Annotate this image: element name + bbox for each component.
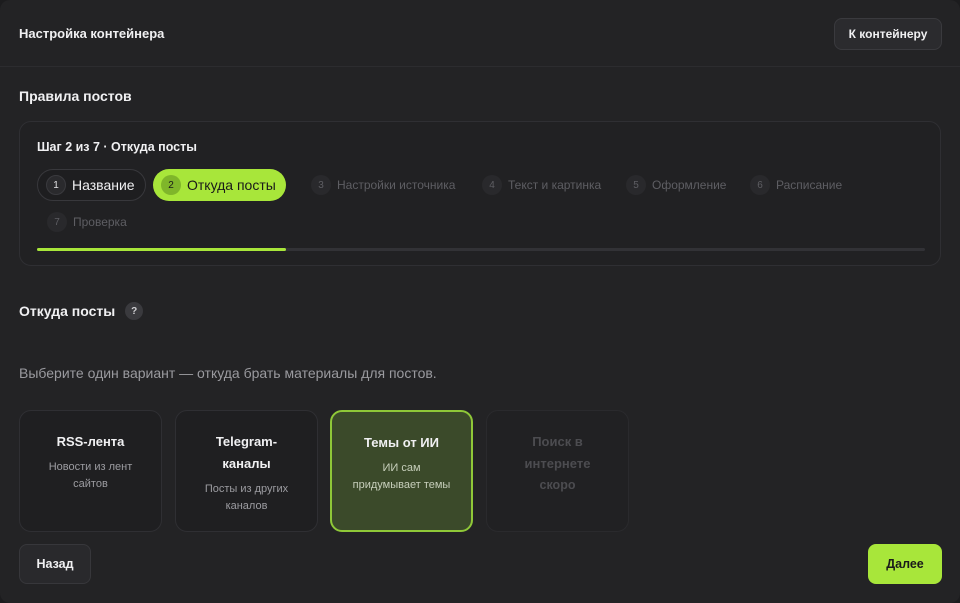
header: Настройка контейнера К контейнеру bbox=[0, 0, 960, 67]
option-title-line: интернете bbox=[524, 456, 591, 471]
container-settings-window: Настройка контейнера К контейнеру Правил… bbox=[0, 0, 960, 603]
step-caption: Шаг 2 из 7 · Откуда посты bbox=[37, 140, 197, 154]
option-description: скоро bbox=[539, 478, 576, 492]
option-desc-line: ИИ сам bbox=[382, 462, 421, 474]
step-label: Название bbox=[72, 177, 135, 193]
step-label: Настройки источника bbox=[337, 178, 456, 192]
step-2-source[interactable]: 2 Откуда посты bbox=[153, 169, 286, 201]
step-number: 3 bbox=[311, 175, 331, 195]
step-7-review[interactable]: 7 Проверка bbox=[43, 206, 131, 238]
step-label: Откуда посты bbox=[187, 177, 276, 193]
step-label: Оформление bbox=[652, 178, 727, 192]
option-desc-line: Посты из других bbox=[204, 483, 289, 495]
step-6-schedule[interactable]: 6 Расписание bbox=[746, 169, 846, 201]
option-desc-line: Новости из лент bbox=[48, 461, 133, 473]
option-desc-line: придумывает темы bbox=[352, 479, 451, 491]
step-number: 2 bbox=[161, 175, 181, 195]
option-desc-line: сайтов bbox=[73, 478, 108, 490]
step-number: 1 bbox=[46, 175, 66, 195]
step-1-name[interactable]: 1 Название bbox=[37, 169, 146, 201]
option-title: Темы от ИИ bbox=[364, 435, 439, 450]
option-description: Новости из лент сайтов bbox=[30, 459, 151, 493]
step-number: 4 bbox=[482, 175, 502, 195]
option-card-rss[interactable]: RSS-лента Новости из лент сайтов bbox=[19, 410, 162, 532]
option-description: ИИ сам придумывает темы bbox=[342, 460, 461, 494]
step-label: Текст и картинка bbox=[508, 178, 602, 192]
source-section-title: Откуда посты ? bbox=[19, 302, 144, 320]
option-description: Посты из других каналов bbox=[186, 481, 307, 515]
step-4-text-image[interactable]: 4 Текст и картинка bbox=[478, 169, 605, 201]
rules-section-title: Правила постов bbox=[19, 88, 132, 104]
page-title: Настройка контейнера bbox=[19, 26, 165, 41]
progress-track bbox=[37, 248, 925, 251]
option-title-line: Telegram- bbox=[215, 434, 278, 449]
step-5-design[interactable]: 5 Оформление bbox=[622, 169, 730, 201]
option-title: RSS-лента bbox=[56, 434, 125, 449]
option-title-line: Поиск в bbox=[532, 434, 583, 449]
help-icon[interactable]: ? bbox=[125, 302, 144, 320]
option-card-web-search: Поиск в интернете скоро bbox=[486, 410, 629, 532]
option-desc-line: каналов bbox=[225, 500, 268, 512]
option-title: Поиск в интернете bbox=[497, 431, 618, 475]
step-label: Проверка bbox=[73, 215, 127, 229]
step-number: 7 bbox=[47, 212, 67, 232]
source-title-text: Откуда посты bbox=[19, 303, 116, 319]
step-3-source-settings[interactable]: 3 Настройки источника bbox=[307, 169, 459, 201]
option-card-ai-topics[interactable]: Темы от ИИ ИИ сам придумывает темы bbox=[330, 410, 473, 532]
progress-fill bbox=[37, 248, 286, 251]
step-number: 6 bbox=[750, 175, 770, 195]
back-button[interactable]: Назад bbox=[19, 544, 91, 584]
source-hint: Выберите один вариант — откуда брать мат… bbox=[19, 365, 437, 381]
to-container-button[interactable]: К контейнеру bbox=[834, 18, 942, 50]
step-label: Расписание bbox=[776, 178, 843, 192]
option-card-telegram[interactable]: Telegram- каналы Посты из других каналов bbox=[175, 410, 318, 532]
next-button[interactable]: Далее bbox=[868, 544, 942, 584]
option-title: Telegram- каналы bbox=[186, 431, 307, 475]
stepper-panel: Шаг 2 из 7 · Откуда посты 1 Название 2 О… bbox=[19, 121, 941, 266]
step-number: 5 bbox=[626, 175, 646, 195]
option-title-line: каналы bbox=[222, 456, 271, 471]
